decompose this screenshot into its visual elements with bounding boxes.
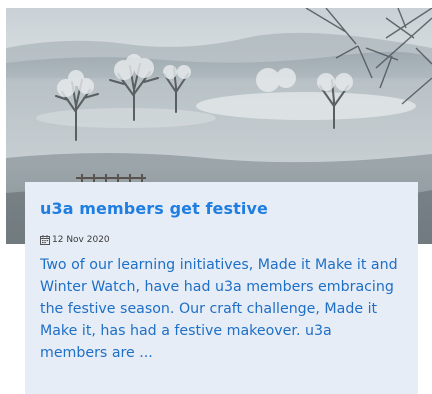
article-card[interactable]: u3a members get festive 12 Nov 2020 Two …: [25, 182, 418, 394]
news-card-page: u3a members get festive 12 Nov 2020 Two …: [0, 0, 432, 394]
article-date: 12 Nov 2020: [40, 234, 402, 246]
article-excerpt: Two of our learning initiatives, Made it…: [40, 257, 398, 361]
calendar-icon: [40, 235, 50, 245]
article-title[interactable]: u3a members get festive: [40, 198, 402, 220]
article-date-text: 12 Nov 2020: [52, 235, 110, 245]
